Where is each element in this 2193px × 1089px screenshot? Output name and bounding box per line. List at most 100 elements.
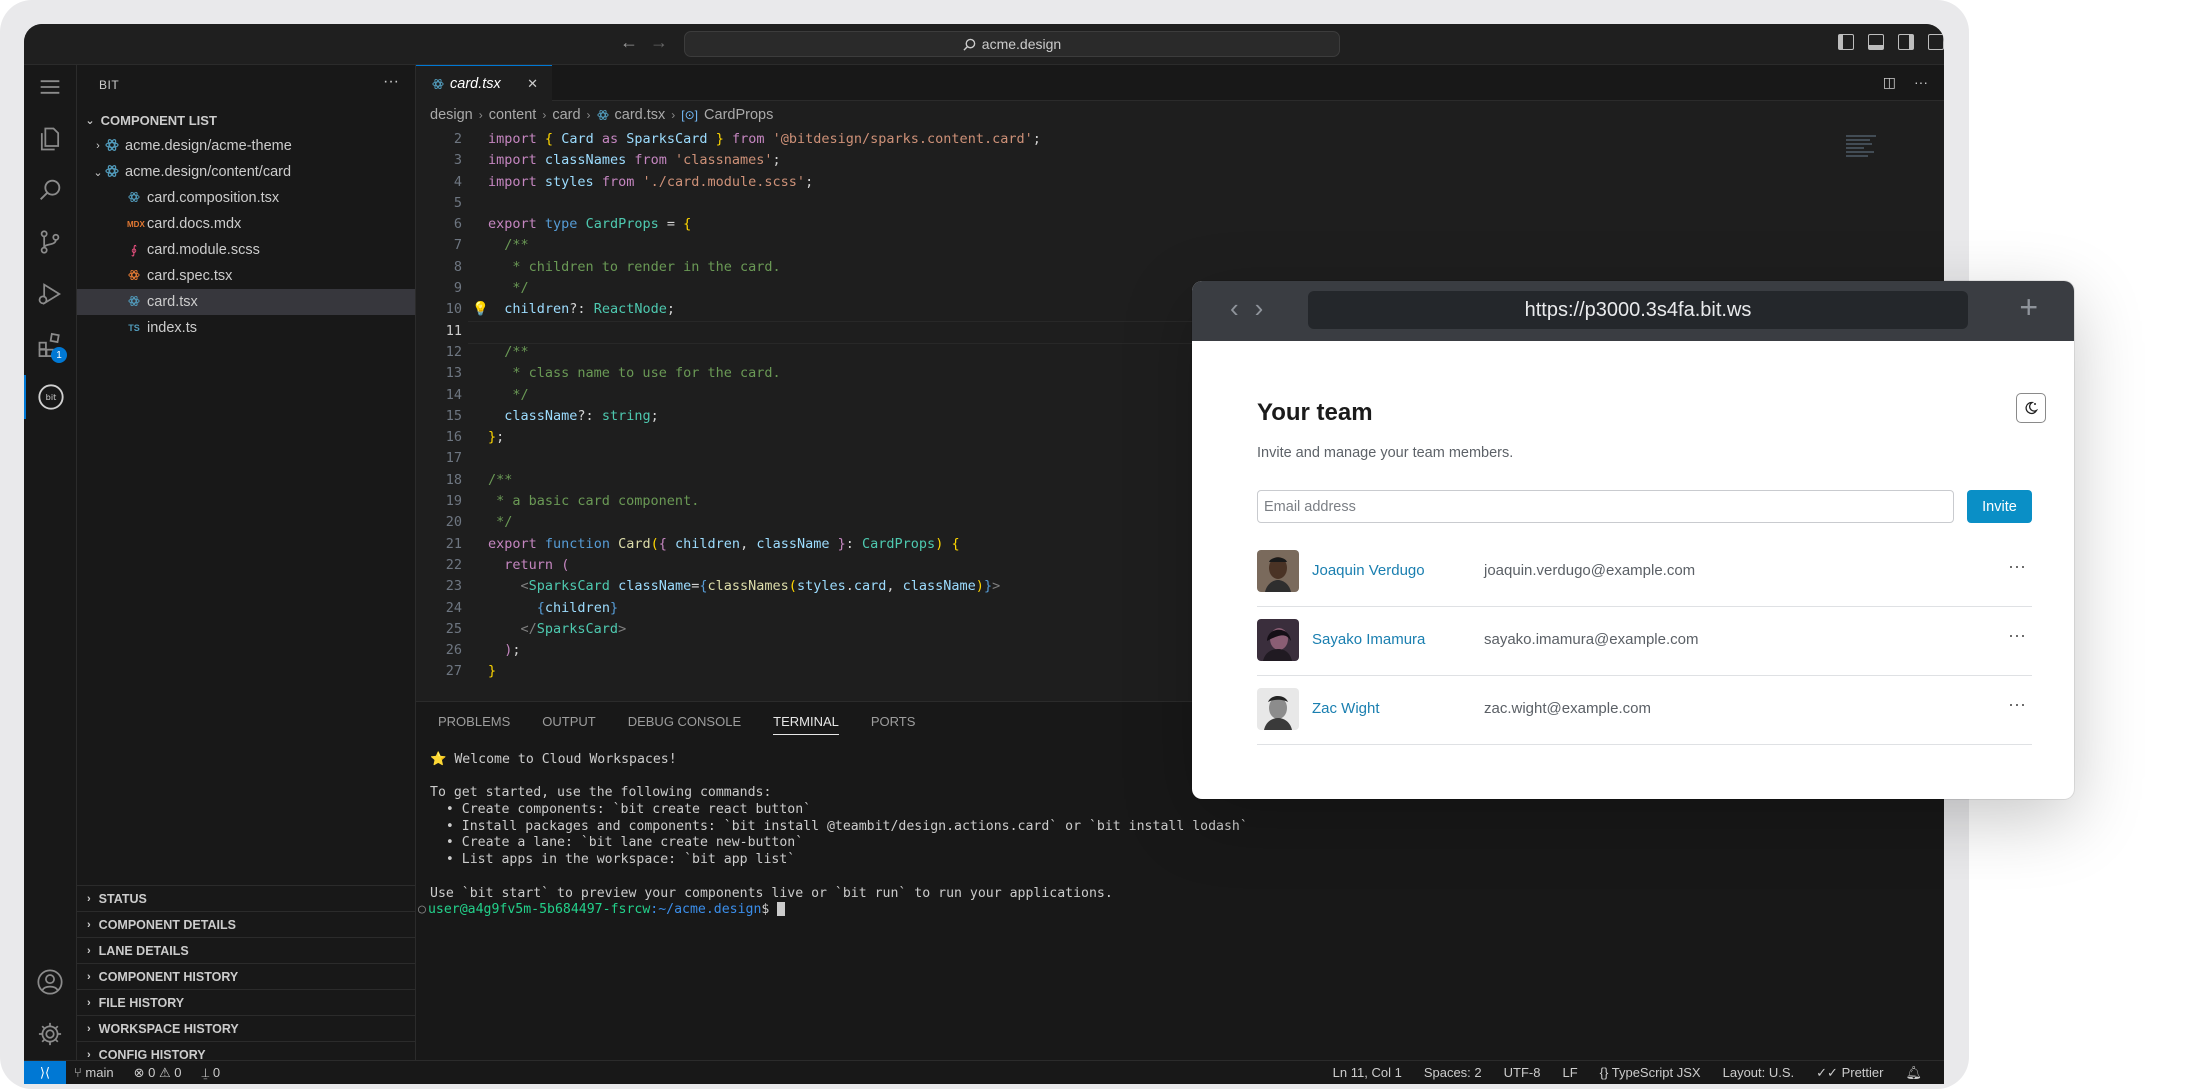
terminal-line: • List apps in the workspace: `bit app l… [430, 852, 796, 868]
bit-icon[interactable]: bit [24, 375, 76, 419]
avatar [1257, 550, 1299, 592]
component-icon [105, 164, 119, 181]
terminal[interactable]: ⭐ Welcome to Cloud Workspaces! To get st… [418, 752, 1248, 919]
section-component-details[interactable]: › COMPONENT DETAILS [77, 911, 415, 937]
problems-indicator[interactable]: ⊗ 0 ⚠ 0 [134, 1065, 182, 1081]
terminal-cursor [777, 902, 786, 917]
forward-arrow-icon[interactable]: → [650, 32, 668, 53]
settings-gear-icon[interactable] [24, 1012, 76, 1056]
search-sidebar-icon[interactable] [24, 168, 76, 212]
more-options-icon[interactable]: ··· [2008, 625, 2026, 646]
tree-file-card-spec[interactable]: card.spec.tsx [77, 263, 415, 289]
breadcrumb-item[interactable]: card.tsx [615, 107, 666, 123]
tab-ports[interactable]: PORTS [871, 714, 916, 735]
url-bar[interactable]: https://p3000.3s4fa.bit.ws [1308, 291, 1968, 329]
browser-forward-icon[interactable]: › [1255, 293, 1264, 324]
more-options-icon[interactable]: ··· [2008, 694, 2026, 715]
section-component-history[interactable]: › COMPONENT HISTORY [77, 963, 415, 989]
lightbulb-icon[interactable]: 💡 [472, 299, 489, 320]
branch-indicator[interactable]: ⑂ main [74, 1065, 114, 1081]
avatar [1257, 688, 1299, 730]
prompt-circle-icon: ○ [418, 902, 426, 918]
command-center[interactable]: acme.design [684, 31, 1340, 57]
tree-item-label: index.ts [147, 320, 197, 336]
section-lane-details[interactable]: › LANE DETAILS [77, 937, 415, 963]
status-bar: ⟩⟨ ⑂ main ⊗ 0 ⚠ 0 ⍊ 0 Ln 11, Col 1 Space… [24, 1060, 1944, 1084]
notifications-bell-icon[interactable]: 🔔︎ [1905, 1065, 1922, 1081]
language-mode[interactable]: {} TypeScript JSX [1600, 1065, 1701, 1081]
breadcrumb-item[interactable]: design [430, 107, 473, 123]
code-line: 4 import styles from './card.module.scss'… [453, 173, 814, 190]
prettier-status[interactable]: ✓✓ Prettier [1816, 1065, 1883, 1081]
avatar [1257, 619, 1299, 661]
toggle-panel-icon[interactable] [1868, 34, 1884, 50]
ports-indicator[interactable]: ⍊ 0 [201, 1065, 220, 1081]
tree-item-content-card[interactable]: ⌄ acme.design/content/card [77, 159, 415, 185]
menu-icon[interactable] [24, 65, 76, 109]
tree-file-card-composition[interactable]: card.composition.tsx [77, 185, 415, 211]
sass-icon: ∮ [130, 243, 138, 257]
sidebar-more-icon[interactable]: ··· [383, 73, 399, 91]
tab-debug-console[interactable]: DEBUG CONSOLE [628, 714, 741, 735]
tree-file-card-docs[interactable]: MDX card.docs.mdx [77, 211, 415, 237]
close-icon[interactable]: ✕ [527, 76, 538, 92]
tree-file-card-module-scss[interactable]: ∮ card.module.scss [77, 237, 415, 263]
member-name-link[interactable]: Sayako Imamura [1312, 631, 1425, 648]
explorer-icon[interactable] [24, 117, 76, 161]
tree-item-label: card.spec.tsx [147, 268, 233, 284]
member-row: Sayako Imamura sayako.imamura@example.co… [1257, 607, 2032, 676]
component-list-header[interactable]: ⌄ COMPONENT LIST [77, 107, 415, 133]
cursor-position[interactable]: Ln 11, Col 1 [1333, 1065, 1402, 1081]
run-debug-icon[interactable] [24, 272, 76, 316]
tree-file-index-ts[interactable]: TS index.ts [77, 315, 415, 341]
end-of-line[interactable]: LF [1562, 1065, 1577, 1081]
tab-label: card.tsx [450, 75, 501, 92]
interface-symbol-icon: [⊙] [681, 108, 699, 122]
tree-item-acme-theme[interactable]: › acme.design/acme-theme [77, 133, 415, 159]
breadcrumb-item[interactable]: content [489, 107, 537, 123]
tab-card-tsx[interactable]: card.tsx ✕ [416, 65, 552, 101]
tree-item-label: acme.design/acme-theme [125, 138, 292, 154]
browser-nav: ‹ › [1230, 293, 1263, 324]
browser-back-icon[interactable]: ‹ [1230, 293, 1239, 324]
more-options-icon[interactable]: ··· [2008, 556, 2026, 577]
mdx-icon: MDX [127, 219, 145, 229]
customize-layout-icon[interactable] [1928, 34, 1944, 50]
back-arrow-icon[interactable]: ← [620, 32, 638, 53]
invite-button[interactable]: Invite [1967, 490, 2032, 523]
member-name-link[interactable]: Zac Wight [1312, 700, 1380, 717]
keyboard-layout[interactable]: Layout: U.S. [1723, 1065, 1795, 1081]
toggle-secondary-sidebar-icon[interactable] [1898, 34, 1914, 50]
chevron-right-icon: › [542, 108, 547, 122]
title-bar: ← → acme.design [24, 24, 1944, 65]
section-file-history[interactable]: › FILE HISTORY [77, 989, 415, 1015]
account-icon[interactable] [24, 960, 76, 1004]
remote-indicator-icon[interactable]: ⟩⟨ [24, 1061, 66, 1084]
indentation[interactable]: Spaces: 2 [1424, 1065, 1482, 1081]
extensions-icon[interactable]: 1 [24, 323, 76, 367]
email-input[interactable] [1257, 490, 1954, 523]
tree-file-card-tsx[interactable]: card.tsx [77, 289, 415, 315]
section-status[interactable]: › STATUS [77, 885, 415, 911]
code-line: 6 export type CardProps = { [453, 216, 692, 233]
more-actions-icon[interactable]: ··· [1914, 74, 1928, 91]
theme-toggle-button[interactable] [2016, 393, 2046, 423]
source-control-icon[interactable] [24, 220, 76, 264]
split-editor-icon[interactable]: ◫ [1883, 74, 1896, 91]
tab-output[interactable]: OUTPUT [542, 714, 595, 735]
toggle-primary-sidebar-icon[interactable] [1838, 34, 1854, 50]
section-workspace-history[interactable]: › WORKSPACE HISTORY [77, 1015, 415, 1041]
new-tab-plus-icon[interactable]: + [2019, 289, 2038, 326]
tab-terminal[interactable]: TERMINAL [773, 714, 839, 735]
minimap[interactable] [1846, 133, 1896, 173]
member-name-link[interactable]: Joaquin Verdugo [1312, 562, 1425, 579]
encoding[interactable]: UTF-8 [1504, 1065, 1541, 1081]
layout-controls [1838, 34, 1944, 50]
tab-problems[interactable]: PROBLEMS [438, 714, 510, 735]
chevron-down-icon: ⌄ [93, 166, 103, 179]
preview-browser: ‹ › https://p3000.3s4fa.bit.ws + Your te… [1192, 281, 2074, 799]
breadcrumb-item[interactable]: card [552, 107, 580, 123]
breadcrumb-item[interactable]: CardProps [704, 107, 773, 123]
